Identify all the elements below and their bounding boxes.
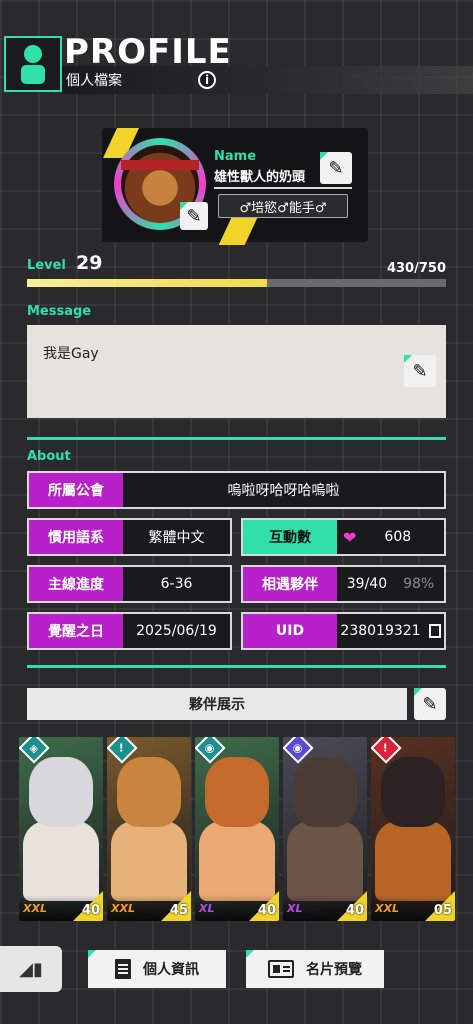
profile-info-label: 個人資訊: [143, 962, 199, 978]
language-label: 慣用語系: [29, 520, 123, 554]
interactions-value-wrap: ❤ 608: [337, 520, 444, 554]
person-icon: [21, 45, 45, 84]
card-preview-button[interactable]: 名片預覽: [246, 950, 384, 988]
info-icon[interactable]: i: [198, 71, 216, 89]
name-underline: [214, 187, 352, 189]
partners-value: 39/40: [346, 576, 388, 592]
partner-level: 40: [81, 903, 100, 918]
progress-value: 6-36: [160, 576, 193, 592]
about-label: About: [27, 449, 71, 464]
pencil-icon: ✎: [412, 360, 428, 382]
back-button[interactable]: ◢▮: [0, 946, 62, 992]
partners-value-wrap: 39/40 98%: [337, 567, 444, 601]
pencil-icon: ✎: [328, 157, 344, 179]
partner-body: [111, 821, 187, 901]
partners-percent: 98%: [403, 576, 435, 592]
title-badge[interactable]: ♂培慾♂能手♂: [218, 194, 348, 218]
divider: [27, 437, 446, 440]
guild-label: 所屬公會: [29, 473, 123, 507]
level-label: Level: [27, 258, 66, 273]
uid-label: UID: [243, 614, 337, 648]
guild-row[interactable]: 所屬公會 嗚啦呀哈呀哈嗚啦: [27, 471, 446, 509]
partner-size: XXL: [375, 902, 399, 915]
level-value: 29: [76, 252, 103, 274]
divider: [27, 665, 446, 668]
uid-value: 238019321: [340, 623, 421, 639]
id-card-icon: [268, 960, 294, 978]
partner-level: 45: [169, 903, 188, 918]
interactions-row: 互動數 ❤ 608: [241, 518, 446, 556]
partner-face: [381, 757, 445, 827]
partner-card[interactable]: XL 40 ◉: [283, 737, 367, 921]
partner-level: 40: [257, 903, 276, 918]
heart-icon: ❤: [343, 527, 357, 547]
guild-value: 嗚啦呀哈呀哈嗚啦: [227, 483, 340, 499]
partner-level: 05: [433, 903, 452, 918]
xp-bar-fill: [27, 279, 268, 287]
uid-value-wrap: 238019321: [337, 614, 444, 648]
partner-size: XXL: [23, 902, 47, 915]
partner-level: 40: [345, 903, 364, 918]
partner-card[interactable]: XXL 40 ◈: [19, 737, 103, 921]
document-icon: [115, 959, 131, 979]
page-subtitle: 個人檔案: [66, 73, 122, 89]
partner-showcase-header: 夥伴展示: [27, 688, 407, 720]
profile-info-button[interactable]: 個人資訊: [88, 950, 226, 988]
partners-label: 相遇夥伴: [243, 567, 337, 601]
partner-card[interactable]: XL 40 ◉: [195, 737, 279, 921]
partner-face: [293, 757, 357, 827]
message-box: [27, 325, 446, 418]
partner-body: [375, 821, 451, 901]
partner-face: [205, 757, 269, 827]
partner-size: XL: [287, 902, 303, 915]
back-icon: ◢▮: [19, 958, 43, 980]
progress-label: 主線進度: [29, 567, 123, 601]
edit-name-button[interactable]: ✎: [320, 152, 352, 184]
partner-size: XXL: [111, 902, 135, 915]
partner-card[interactable]: XXL 05!: [371, 737, 455, 921]
partner-face: [117, 757, 181, 827]
avatar-headband: [121, 160, 199, 170]
partner-body: [199, 821, 275, 901]
xp-text: 430/750: [386, 261, 446, 276]
pencil-icon: ✎: [422, 693, 438, 715]
profile-avatar-icon: [4, 36, 62, 92]
progress-row: 主線進度 6-36: [27, 565, 232, 603]
partner-body: [287, 821, 363, 901]
edit-message-button[interactable]: ✎: [404, 355, 436, 387]
uid-row: UID 238019321: [241, 612, 446, 650]
edit-showcase-button[interactable]: ✎: [414, 688, 446, 720]
partner-card[interactable]: XXL 45!: [107, 737, 191, 921]
interactions-value: 608: [384, 529, 412, 545]
language-row: 慣用語系 繁體中文: [27, 518, 232, 556]
interactions-label: 互動數: [243, 520, 337, 554]
language-value: 繁體中文: [148, 530, 205, 546]
edit-avatar-button[interactable]: ✎: [180, 202, 208, 230]
partner-face: [29, 757, 93, 827]
message-text: 我是Gay: [43, 346, 99, 362]
partners-row: 相遇夥伴 39/40 98%: [241, 565, 446, 603]
partner-size: XL: [199, 902, 215, 915]
page-title: PROFILE: [64, 32, 232, 72]
pencil-icon: ✎: [186, 205, 202, 227]
card-preview-label: 名片預覽: [306, 962, 362, 978]
awaken-value: 2025/06/19: [136, 623, 217, 639]
awaken-row: 覺醒之日 2025/06/19: [27, 612, 232, 650]
name-label: Name: [214, 149, 257, 164]
player-name: 雄性獸人的奶頭: [214, 170, 306, 185]
message-label: Message: [27, 304, 92, 319]
awaken-label: 覺醒之日: [29, 614, 123, 648]
copy-icon[interactable]: [428, 624, 441, 638]
partner-body: [23, 821, 99, 901]
